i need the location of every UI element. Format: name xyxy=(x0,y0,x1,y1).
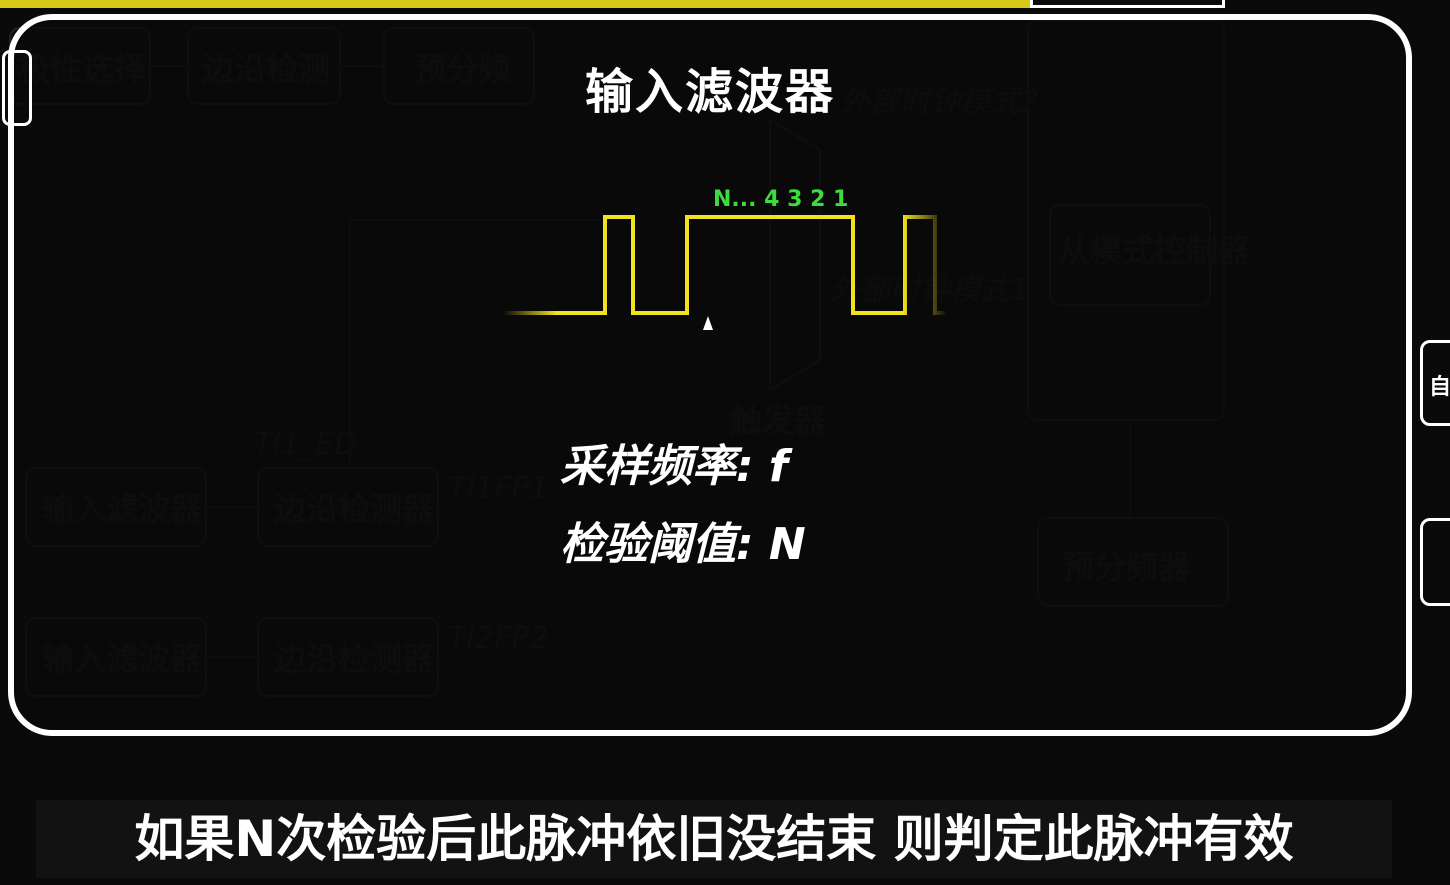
side-tab-upper: 自 xyxy=(1420,340,1450,426)
input-filter-panel xyxy=(2,14,1412,736)
side-tab-lower xyxy=(1420,518,1450,606)
top-accent-bar xyxy=(0,0,1030,8)
threshold-label: 检验阈值: N xyxy=(560,519,806,570)
sampling-rate-label: 采样频率: f xyxy=(560,441,789,492)
sample-point-marker xyxy=(703,316,713,330)
pulse-waveform: N... 4 3 2 1 xyxy=(503,187,947,330)
top-right-box xyxy=(1030,0,1225,8)
sample-counter-label: N... 4 3 2 1 xyxy=(713,187,848,212)
video-subtitle: 如果N次检验后此脉冲依旧没结束 则判定此脉冲有效 xyxy=(36,800,1392,878)
panel-title: 输入滤波器 xyxy=(584,64,835,120)
filter-parameters: 采样频率: f 检验阈值: N xyxy=(560,428,860,584)
side-tab-label: 自 xyxy=(1429,375,1450,400)
signal-trace xyxy=(503,215,947,315)
